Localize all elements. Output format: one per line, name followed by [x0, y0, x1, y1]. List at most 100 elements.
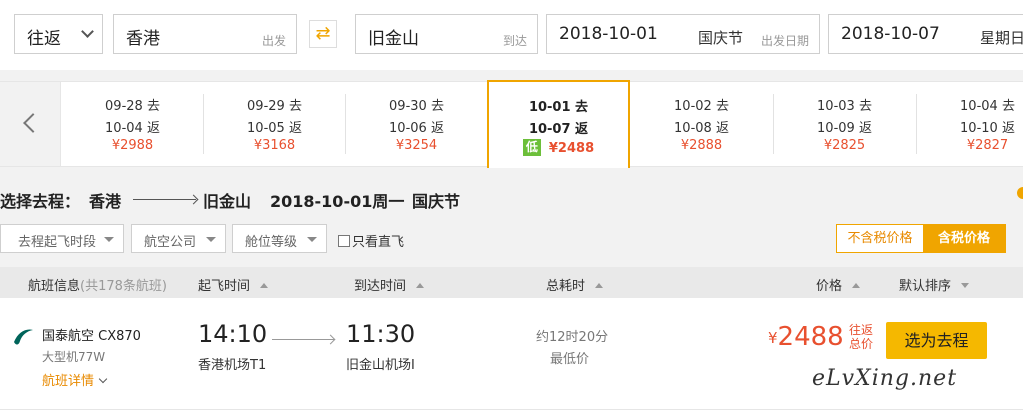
sort-asc-icon — [852, 283, 861, 288]
filter-label: 舱位等级 — [245, 235, 298, 250]
to-city-input[interactable]: 旧金山 到达 — [355, 14, 538, 54]
route-holiday: 国庆节 — [412, 192, 461, 211]
flight-duration: 约12时20分 — [536, 330, 609, 345]
chevron-left-icon — [23, 113, 43, 133]
swap-arrows-icon: ⇄ — [315, 23, 331, 44]
cabin-filter[interactable]: 舱位等级 — [232, 224, 327, 253]
date-go: 10-01 去 — [528, 100, 589, 115]
filter-label: 航空公司 — [144, 235, 197, 250]
direct-only-label: 只看直飞 — [352, 235, 405, 250]
route-prefix: 选择去程： — [0, 192, 81, 211]
route-to: 旧金山 — [203, 192, 252, 211]
airline-filter[interactable]: 航空公司 — [131, 224, 226, 253]
sort-label: 默认排序 — [899, 279, 952, 294]
date-option[interactable]: 09-28 去 10-04 返 ¥2988 — [61, 82, 204, 166]
aircraft-type: 大型机77W — [42, 350, 106, 364]
tax-included-option[interactable]: 含税价格 — [923, 225, 1005, 252]
date-back: 10-08 返 — [674, 121, 729, 136]
arrive-airport: 旧金山机场I — [346, 358, 415, 373]
airline-flight-no: 国泰航空 CX870 — [42, 329, 141, 344]
depart-airport: 香港机场T1 — [198, 358, 267, 373]
search-bar: 往返 香港 出发 ⇄ 旧金山 到达 2018-10-01 国庆节 出发日期 20… — [0, 0, 1023, 70]
caret-down-icon — [104, 237, 114, 242]
date-price: ¥2827 — [966, 138, 1009, 153]
price-amount: 2488 — [777, 322, 844, 352]
flight-details-label: 航班详情 — [42, 374, 95, 389]
flight-table-header: 航班信息(共178条航班) 起飞时间 到达时间 总耗时 价格 默认排序 — [0, 267, 1023, 298]
col-arrive-time[interactable]: 到达时间 — [354, 275, 425, 294]
chevron-down-icon — [81, 25, 94, 38]
date-go: 10-04 去 — [960, 99, 1015, 114]
from-city-value: 香港 — [126, 29, 160, 49]
col-depart-time-label: 起飞时间 — [198, 279, 251, 294]
chevron-down-icon — [98, 374, 108, 384]
arrow-right-icon — [272, 339, 334, 340]
from-city-hint: 出发 — [261, 34, 286, 48]
swap-button[interactable]: ⇄ — [309, 20, 337, 48]
tax-price-toggle: 不含税价格 含税价格 — [836, 224, 1006, 253]
col-flight-info-label: 航班信息 — [28, 279, 81, 294]
date-price: ¥3254 — [395, 138, 438, 153]
date-price: ¥2488 — [548, 141, 595, 156]
sort-asc-icon — [260, 283, 269, 288]
prev-dates-button[interactable] — [0, 82, 61, 166]
flight-count: (共178条航班) — [80, 279, 167, 294]
date-go: 10-03 去 — [817, 99, 872, 114]
flight-details-link[interactable]: 航班详情 — [42, 370, 108, 389]
col-duration-label: 总耗时 — [546, 279, 586, 294]
date-back: 10-05 返 — [247, 121, 302, 136]
to-city-hint: 到达 — [502, 34, 527, 48]
to-city-value: 旧金山 — [368, 29, 419, 49]
date-back: 10-10 返 — [960, 121, 1015, 136]
date-go: 10-02 去 — [674, 99, 729, 114]
lowest-badge: 低 — [522, 139, 541, 156]
date-price: ¥2825 — [823, 138, 866, 153]
date-option[interactable]: 10-02 去 10-08 返 ¥2888 — [630, 82, 773, 166]
date-go: 09-28 去 — [105, 99, 160, 114]
date-back: 10-06 返 — [389, 121, 444, 136]
trip-type-value: 往返 — [27, 29, 61, 49]
col-flight-info: 航班信息(共178条航班) — [28, 275, 167, 294]
date-back: 10-04 返 — [105, 121, 160, 136]
route-from: 香港 — [89, 192, 122, 211]
date-option[interactable]: 10-04 去 10-10 返 ¥2827 — [916, 82, 1023, 166]
date-price: ¥2988 — [111, 138, 154, 153]
select-outbound-button[interactable]: 选为去程 — [886, 322, 987, 359]
sort-asc-icon — [595, 283, 604, 288]
flight-price: ¥2488 — [768, 322, 844, 352]
caret-down-icon — [961, 283, 970, 288]
date-option[interactable]: 09-29 去 10-05 返 ¥3168 — [203, 82, 346, 166]
trip-type-select[interactable]: 往返 — [14, 14, 103, 54]
col-arrive-time-label: 到达时间 — [354, 279, 407, 294]
col-price[interactable]: 价格 — [816, 275, 861, 294]
flight-row: 国泰航空 CX870 大型机77W 航班详情 14:10 香港机场T1 11:3… — [0, 298, 1023, 410]
col-duration[interactable]: 总耗时 — [546, 275, 604, 294]
depart-holiday: 国庆节 — [698, 29, 744, 47]
date-price: ¥2888 — [680, 138, 723, 153]
sort-dropdown[interactable]: 默认排序 — [899, 275, 970, 294]
date-option[interactable]: 10-03 去 10-09 返 ¥2825 — [773, 82, 916, 166]
route-date: 2018-10-01周一 — [270, 192, 405, 211]
date-option-selected[interactable]: 10-01 去 10-07 返 低 ¥2488 — [487, 80, 630, 168]
return-date-input[interactable]: 2018-10-07 星期日 — [828, 14, 1023, 54]
tax-excluded-option[interactable]: 不含税价格 — [837, 225, 923, 252]
date-back: 10-09 返 — [817, 121, 872, 136]
date-price-row: 低 ¥2488 — [489, 139, 628, 156]
depart-time: 14:10 — [198, 320, 268, 348]
depart-date-hint: 出发日期 — [760, 34, 809, 48]
cathay-pacific-logo-icon — [14, 329, 33, 345]
direct-only-checkbox[interactable]: 只看直飞 — [338, 231, 404, 250]
depart-time-filter[interactable]: 去程起飞时段 — [0, 224, 124, 253]
depart-date-input[interactable]: 2018-10-01 国庆节 出发日期 — [546, 14, 820, 54]
col-price-label: 价格 — [816, 279, 843, 294]
date-price-strip: 09-28 去 10-04 返 ¥2988 09-29 去 10-05 返 ¥3… — [0, 80, 1023, 168]
lowest-price-tag: 最低价 — [550, 352, 590, 367]
col-depart-time[interactable]: 起飞时间 — [198, 275, 269, 294]
date-back: 10-07 返 — [528, 122, 589, 137]
date-option[interactable]: 09-30 去 10-06 返 ¥3254 — [345, 82, 488, 166]
checkbox-box[interactable] — [338, 235, 350, 247]
watermark: eLvXing.net — [812, 366, 958, 391]
return-date-value: 2018-10-07 — [841, 24, 940, 44]
from-city-input[interactable]: 香港 出发 — [113, 14, 297, 54]
filter-label: 去程起飞时段 — [18, 235, 97, 250]
